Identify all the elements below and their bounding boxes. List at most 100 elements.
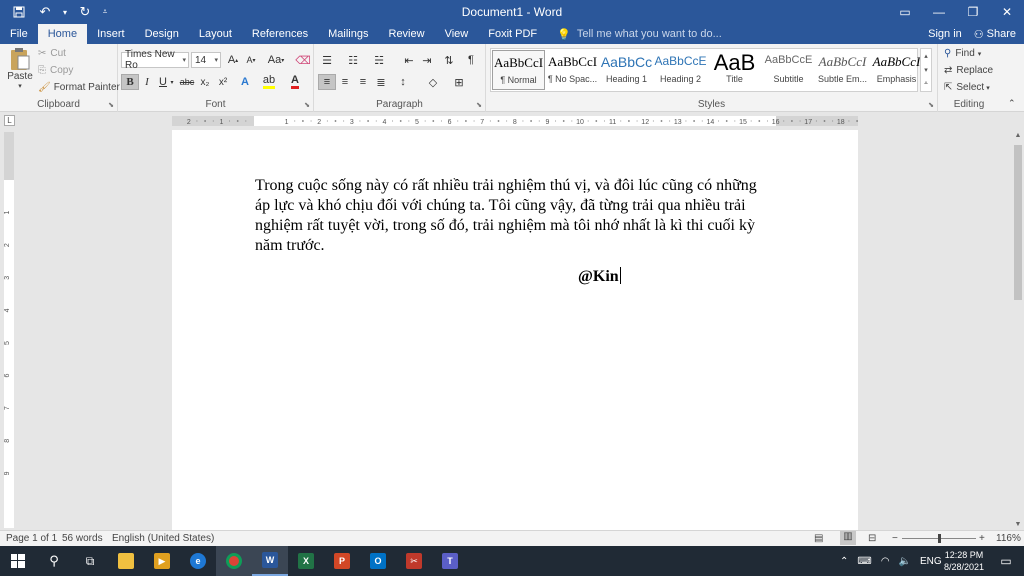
wifi-icon[interactable]: ◠	[881, 556, 890, 567]
subscript-button[interactable]: x₂	[196, 74, 214, 90]
chrome-icon[interactable]	[216, 546, 252, 576]
zoom-slider-thumb[interactable]	[938, 534, 941, 543]
web-layout-icon[interactable]: ⊟	[868, 533, 876, 544]
sort-icon[interactable]: ⇅	[440, 52, 458, 68]
notifications-icon[interactable]: ▭	[988, 546, 1024, 576]
show-marks-icon[interactable]: ¶	[462, 52, 480, 68]
tab-selector[interactable]: L	[4, 115, 15, 126]
undo-icon[interactable]: ↶	[32, 0, 58, 24]
borders-icon[interactable]: ⊞	[450, 74, 468, 90]
media-player-icon[interactable]: ▶	[144, 546, 180, 576]
tab-references[interactable]: References	[242, 24, 318, 44]
zoom-out-button[interactable]: −	[892, 533, 898, 544]
minimize-button[interactable]: —	[922, 0, 956, 24]
styles-launcher-icon[interactable]: ⬊	[928, 101, 934, 109]
scroll-up-icon[interactable]: ▲	[1012, 132, 1024, 139]
scroll-down-icon[interactable]: ▼	[1012, 521, 1024, 528]
word-count[interactable]: 56 words	[62, 533, 103, 544]
underline-dropdown-icon[interactable]: ▾	[168, 74, 176, 90]
vertical-ruler[interactable]: 1 2 3 4 5 6 7 8 9	[4, 132, 14, 528]
ribbon-display-options-icon[interactable]: ▭	[888, 0, 922, 24]
volume-icon[interactable]: 🔈	[899, 556, 911, 567]
change-case-button[interactable]: Aa ▾	[264, 52, 288, 68]
tab-home[interactable]: Home	[37, 24, 88, 44]
document-paragraph[interactable]: Trong cuộc sống này có rất nhiều trải ng…	[255, 176, 775, 256]
tab-review[interactable]: Review	[379, 24, 435, 44]
tab-foxit-pdf[interactable]: Foxit PDF	[478, 24, 547, 44]
bullets-icon[interactable]: ☰	[318, 52, 336, 68]
print-layout-icon[interactable]: ▥	[840, 531, 856, 545]
teams-icon[interactable]: T	[432, 546, 468, 576]
zoom-level[interactable]: 116%	[996, 533, 1021, 544]
save-icon[interactable]	[6, 0, 32, 24]
tab-mailings[interactable]: Mailings	[318, 24, 378, 44]
tab-file[interactable]: File	[0, 24, 38, 44]
superscript-button[interactable]: x²	[214, 74, 232, 90]
clear-formatting-icon[interactable]: ⌫	[294, 52, 312, 68]
decrease-indent-icon[interactable]: ⇤	[400, 52, 418, 68]
vertical-scrollbar[interactable]: ▲ ▼	[1012, 130, 1024, 530]
align-center-icon[interactable]: ≡	[336, 74, 354, 90]
font-color-icon[interactable]: A	[286, 74, 304, 90]
word-taskbar-icon[interactable]: W	[252, 546, 288, 576]
bold-button[interactable]: B	[121, 74, 139, 90]
document-page[interactable]: Trong cuộc sống này có rất nhiều trải ng…	[172, 130, 858, 530]
paragraph-launcher-icon[interactable]: ⬊	[476, 101, 482, 109]
customize-qat-icon[interactable]: ⩡	[98, 0, 112, 24]
grow-font-button[interactable]: A ▴	[224, 52, 242, 68]
edge-icon[interactable]: e	[180, 546, 216, 576]
tab-layout[interactable]: Layout	[189, 24, 242, 44]
numbering-icon[interactable]: ☷	[344, 52, 362, 68]
line-spacing-icon[interactable]: ↕	[394, 74, 412, 90]
undo-dropdown-icon[interactable]: ▾	[58, 0, 72, 24]
align-left-icon[interactable]: ≡	[318, 74, 336, 90]
tab-design[interactable]: Design	[135, 24, 189, 44]
tab-view[interactable]: View	[435, 24, 479, 44]
font-name-select[interactable]: Times New Ro ▾	[121, 49, 189, 71]
format-painter-button[interactable]: 🖌 Format Painter	[38, 82, 120, 93]
replace-button[interactable]: ⇄ Replace	[944, 65, 993, 76]
search-icon[interactable]: ⚲	[36, 546, 72, 576]
outlook-icon[interactable]: O	[360, 546, 396, 576]
shrink-font-button[interactable]: A ▾	[242, 52, 260, 68]
network-icon[interactable]: ⌨	[857, 556, 871, 567]
collapse-ribbon-icon[interactable]: ⌃	[1008, 98, 1016, 109]
start-button[interactable]	[0, 546, 36, 576]
repeat-icon[interactable]: ↻	[72, 0, 98, 24]
clock[interactable]: 12:28 PM 8/28/2021	[944, 549, 984, 573]
multilevel-list-icon[interactable]: ☵	[370, 52, 388, 68]
paste-button[interactable]: Paste ▾	[6, 47, 34, 90]
increase-indent-icon[interactable]: ⇥	[418, 52, 436, 68]
highlight-color-icon[interactable]: ab	[260, 74, 278, 90]
language-indicator[interactable]: English (United States)	[112, 533, 214, 544]
restore-button[interactable]: ❐	[956, 0, 990, 24]
excel-icon[interactable]: X	[288, 546, 324, 576]
find-button[interactable]: ⚲ Find ▾	[944, 48, 981, 59]
close-button[interactable]: ✕	[990, 0, 1024, 24]
sign-in-link[interactable]: Sign in	[928, 28, 962, 40]
tab-insert[interactable]: Insert	[87, 24, 135, 44]
file-explorer-icon[interactable]	[108, 546, 144, 576]
copy-button[interactable]: ⎘ Copy	[38, 65, 73, 76]
shading-icon[interactable]: ◇	[424, 74, 442, 90]
zoom-in-button[interactable]: +	[979, 533, 985, 544]
page-count[interactable]: Page 1 of 1	[6, 533, 57, 544]
signature-text[interactable]: @Kin	[578, 267, 621, 286]
powerpoint-icon[interactable]: P	[324, 546, 360, 576]
read-mode-icon[interactable]: ▤	[814, 533, 823, 544]
snipping-tool-icon[interactable]: ✂	[396, 546, 432, 576]
horizontal-ruler[interactable]: 2 1 1 2 3 4 5 6 7 8 9 10 11 12 13 14 15 16 17 18	[172, 116, 858, 126]
cut-button[interactable]: ✂ Cut	[38, 48, 66, 59]
justify-icon[interactable]: ≣	[372, 74, 390, 90]
strikethrough-button[interactable]: abc	[178, 74, 196, 90]
select-button[interactable]: ⇱ Select ▾	[944, 82, 990, 93]
tell-me-box[interactable]: 💡 Tell me what you want to do...	[557, 24, 722, 44]
share-button[interactable]: ⚇ Share	[974, 28, 1016, 41]
chevron-up-icon[interactable]: ⌃	[840, 556, 848, 567]
input-language[interactable]: ENG	[920, 556, 942, 567]
task-view-icon[interactable]: ⧉	[72, 546, 108, 576]
align-right-icon[interactable]: ≡	[354, 74, 372, 90]
font-size-select[interactable]: 14 ▾	[191, 52, 221, 68]
scroll-thumb[interactable]	[1014, 145, 1022, 300]
font-launcher-icon[interactable]: ⬊	[304, 101, 310, 109]
